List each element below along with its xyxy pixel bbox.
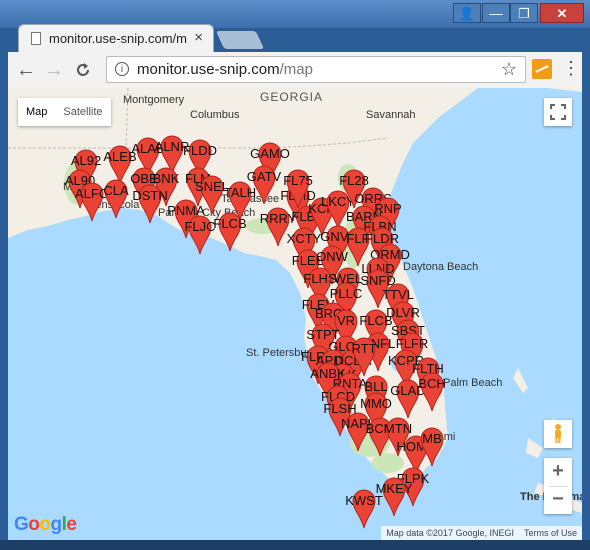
marker-label: BCH bbox=[418, 376, 445, 391]
park-area bbox=[372, 453, 404, 473]
marker-label: FLHS bbox=[303, 271, 337, 286]
marker-label: PLLC bbox=[330, 286, 363, 301]
map-marker-kwst[interactable]: KWST bbox=[345, 489, 383, 529]
marker-label: SNFD bbox=[360, 273, 395, 288]
island bbox=[513, 368, 528, 393]
island bbox=[526, 438, 543, 458]
marker-label: FLJC bbox=[184, 219, 215, 234]
marker-label: DSTN bbox=[132, 188, 167, 203]
marker-label: GAMO bbox=[250, 146, 290, 161]
marker-label: ONW bbox=[316, 249, 349, 264]
map-attribution: Map data ©2017 Google, INEGI Terms of Us… bbox=[381, 526, 582, 540]
marker-label: FLDD bbox=[183, 143, 217, 158]
google-logo[interactable]: Google bbox=[14, 514, 77, 536]
map-type-map-button[interactable]: Map bbox=[18, 98, 55, 126]
map-type-control: Map Satellite bbox=[18, 98, 111, 126]
zoom-control: + − bbox=[544, 458, 572, 514]
reload-icon[interactable] bbox=[74, 61, 92, 79]
map-marker-cla[interactable]: CLA bbox=[103, 179, 129, 219]
marker-label: GATV bbox=[247, 169, 282, 184]
city-label: Columbus bbox=[190, 109, 240, 121]
profile-button[interactable]: 👤 bbox=[453, 3, 481, 23]
zoom-divider bbox=[549, 486, 567, 487]
marker-label: BNK bbox=[153, 171, 180, 186]
info-icon[interactable]: i bbox=[115, 62, 129, 76]
city-label: Savannah bbox=[366, 109, 416, 121]
url-text: monitor.use-snip.com/map bbox=[137, 61, 313, 78]
map-graphics: GEORGIA Montgomery Columbus Savannah Tal… bbox=[8, 88, 582, 529]
extension-icon[interactable] bbox=[532, 59, 552, 79]
map-type-satellite-button[interactable]: Satellite bbox=[55, 98, 110, 126]
maximize-button[interactable]: ❐ bbox=[510, 3, 538, 23]
marker-label: FLCB bbox=[213, 216, 246, 231]
marker-label: TTVL bbox=[382, 287, 414, 302]
browser-tab[interactable]: monitor.use-snip.com/m × bbox=[18, 24, 214, 52]
menu-icon[interactable]: ⋮ bbox=[562, 58, 580, 79]
marker-label: FLDR bbox=[365, 231, 399, 246]
marker-label: FL28 bbox=[339, 173, 369, 188]
url-path: /map bbox=[279, 61, 313, 78]
zoom-out-button[interactable]: − bbox=[544, 486, 572, 514]
browser-window: 👤 — ❐ ✕ monitor.use-snip.com/m × ← → i m… bbox=[0, 0, 590, 550]
fullscreen-icon bbox=[550, 104, 566, 120]
bookmark-star-icon[interactable]: ☆ bbox=[501, 59, 517, 80]
city-label: Montgomery bbox=[123, 94, 185, 106]
marker-label: MB bbox=[422, 431, 442, 446]
minimize-button[interactable]: — bbox=[482, 3, 510, 23]
marker-label: KWST bbox=[345, 493, 383, 508]
marker-label: TALH bbox=[224, 185, 256, 200]
city-label: Palm Beach bbox=[443, 377, 502, 389]
zoom-in-button[interactable]: + bbox=[544, 458, 572, 486]
new-tab-button[interactable] bbox=[215, 31, 265, 49]
page-icon bbox=[31, 32, 41, 45]
map-canvas[interactable]: GEORGIA Montgomery Columbus Savannah Tal… bbox=[8, 88, 582, 540]
marker-label: BLL bbox=[364, 379, 387, 394]
taskbar bbox=[0, 540, 590, 550]
marker-label: FLCB bbox=[359, 313, 392, 328]
pegman-icon bbox=[555, 424, 561, 443]
tab-title: monitor.use-snip.com/m bbox=[49, 31, 187, 46]
marker-label: XCTY bbox=[287, 231, 322, 246]
url-host: monitor.use-snip.com bbox=[137, 61, 280, 78]
browser-toolbar: ← → i monitor.use-snip.com/map ☆ ⋮ bbox=[8, 52, 582, 88]
terms-link[interactable]: Terms of Use bbox=[519, 526, 582, 540]
fullscreen-button[interactable] bbox=[544, 98, 572, 126]
street-view-button[interactable] bbox=[544, 420, 572, 448]
close-window-button[interactable]: ✕ bbox=[540, 3, 584, 23]
map-data-credit: Map data ©2017 Google, INEGI bbox=[386, 528, 514, 538]
marker-label: RTT bbox=[351, 341, 376, 356]
marker-label: CLA bbox=[103, 183, 129, 198]
back-button[interactable]: ← bbox=[16, 59, 36, 82]
address-bar[interactable]: i monitor.use-snip.com/map ☆ bbox=[106, 56, 526, 83]
marker-label: MMO bbox=[360, 396, 392, 411]
marker-label: AL92 bbox=[71, 153, 101, 168]
marker-label: MTN bbox=[384, 421, 412, 436]
state-label: GEORGIA bbox=[260, 90, 323, 104]
marker-label: FLFR bbox=[396, 336, 429, 351]
marker-label: VR bbox=[337, 313, 355, 328]
tab-close-icon[interactable]: × bbox=[194, 29, 203, 46]
marker-label: FL75 bbox=[283, 173, 313, 188]
city-label: Daytona Beach bbox=[403, 261, 478, 273]
marker-label: FLSH bbox=[323, 401, 356, 416]
forward-button[interactable]: → bbox=[44, 59, 64, 82]
